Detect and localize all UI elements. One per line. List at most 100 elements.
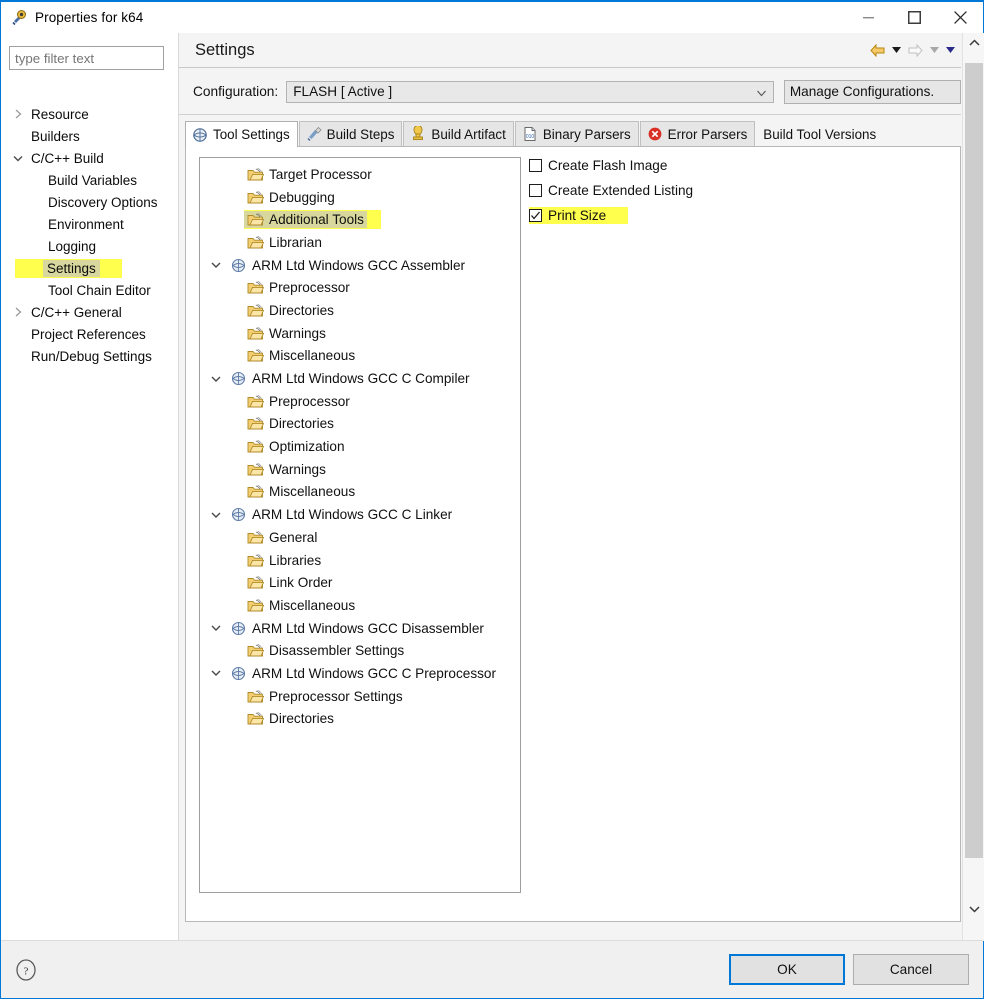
- tool-tree-item-target-processor[interactable]: Target Processor: [200, 163, 520, 186]
- tab-label: Build Artifact: [431, 126, 506, 142]
- option-create-flash-image[interactable]: Create Flash Image: [529, 153, 829, 178]
- checkbox[interactable]: [529, 184, 542, 197]
- tool-tree-item-warnings[interactable]: Warnings: [200, 322, 520, 345]
- sidebar-item-resource[interactable]: Resource: [1, 103, 178, 125]
- toolchain-icon: [230, 666, 247, 681]
- tool-tree-item-label: Miscellaneous: [269, 348, 356, 364]
- tab-build-steps[interactable]: Build Steps: [298, 121, 403, 146]
- view-menu-chevron-down-icon[interactable]: [943, 40, 957, 60]
- checkbox[interactable]: [529, 159, 542, 172]
- tool-tree-item-arm-ltd-windows-gcc-c-preprocessor[interactable]: ARM Ltd Windows GCC C Preprocessor: [200, 662, 520, 685]
- properties-dialog: Properties for k64 Resource Builders C/C++…: [0, 0, 984, 999]
- back-arrow-icon[interactable]: [867, 40, 887, 60]
- tab-tool-settings[interactable]: Tool Settings: [185, 121, 298, 147]
- help-icon[interactable]: ?: [15, 958, 37, 981]
- chevron-down-icon[interactable]: [210, 509, 221, 520]
- sidebar-item-label: Settings: [43, 259, 100, 277]
- tool-tree-item-preprocessor-settings[interactable]: Preprocessor Settings: [200, 685, 520, 708]
- ok-button[interactable]: OK: [729, 954, 845, 985]
- tool-tree-item-disassembler-settings[interactable]: Disassembler Settings: [200, 639, 520, 662]
- configuration-label: Configuration:: [193, 84, 279, 99]
- tool-tree-item-librarian[interactable]: Librarian: [200, 231, 520, 254]
- toolchain-icon: [230, 371, 247, 386]
- manage-configurations-button[interactable]: Manage Configurations.: [783, 79, 961, 104]
- tab-label: Binary Parsers: [542, 126, 631, 142]
- vertical-scroll-thumb[interactable]: [965, 63, 983, 858]
- tool-tree-item-miscellaneous[interactable]: Miscellaneous: [200, 594, 520, 617]
- cancel-button[interactable]: Cancel: [853, 954, 969, 985]
- sidebar-item-run-debug-settings[interactable]: Run/Debug Settings: [1, 345, 178, 367]
- tool-tree-item-debugging[interactable]: Debugging: [200, 186, 520, 209]
- tool-tree-item-preprocessor[interactable]: Preprocessor: [200, 390, 520, 413]
- tool-tree-item-content: Debugging: [244, 189, 338, 206]
- tool-tree-item-label: Directories: [269, 416, 334, 432]
- tool-tree-item-label: Directories: [269, 302, 334, 318]
- folder-icon: [247, 643, 265, 658]
- configuration-select[interactable]: FLASH [ Active ]: [286, 80, 774, 103]
- tool-tree-item-miscellaneous[interactable]: Miscellaneous: [200, 345, 520, 368]
- sidebar-item-logging[interactable]: Logging: [1, 235, 178, 257]
- tool-tree-item-content: Preprocessor: [244, 279, 353, 296]
- sidebar-item-tool-chain-editor[interactable]: Tool Chain Editor: [1, 279, 178, 301]
- tool-tree-item-preprocessor[interactable]: Preprocessor: [200, 276, 520, 299]
- chevron-down-icon: [756, 84, 766, 99]
- tool-tree-item-arm-ltd-windows-gcc-c-compiler[interactable]: ARM Ltd Windows GCC C Compiler: [200, 367, 520, 390]
- tool-tree-item-directories[interactable]: Directories: [200, 299, 520, 322]
- window-title: Properties for k64: [35, 10, 144, 25]
- maximize-button[interactable]: [891, 2, 937, 33]
- toolchain-icon: [230, 258, 247, 273]
- sidebar-item-label: Builders: [31, 128, 80, 144]
- tool-tree-item-link-order[interactable]: Link Order: [200, 571, 520, 594]
- tool-tree-item-additional-tools[interactable]: Additional Tools: [200, 208, 520, 231]
- sidebar-item-c-c-build[interactable]: C/C++ Build: [1, 147, 178, 169]
- checkbox[interactable]: [529, 209, 542, 222]
- chevron-down-icon[interactable]: [963, 899, 984, 919]
- sidebar-item-c-c-general[interactable]: C/C++ General: [1, 301, 178, 323]
- forward-arrow-icon: [905, 40, 925, 60]
- tab-binary-parsers[interactable]: 010 Binary Parsers: [514, 121, 639, 146]
- tool-tree-item-content: ARM Ltd Windows GCC C Compiler: [227, 370, 473, 387]
- sidebar-item-build-variables[interactable]: Build Variables: [1, 169, 178, 191]
- tool-tree-item-general[interactable]: General: [200, 526, 520, 549]
- sidebar-item-project-references[interactable]: Project References: [1, 323, 178, 345]
- sidebar-item-discovery-options[interactable]: Discovery Options: [1, 191, 178, 213]
- ok-button-label: OK: [777, 962, 797, 977]
- chevron-down-icon[interactable]: [210, 260, 221, 271]
- chevron-down-icon[interactable]: [13, 153, 23, 163]
- tool-tree-item-optimization[interactable]: Optimization: [200, 435, 520, 458]
- tab-error-parsers[interactable]: Error Parsers: [639, 121, 756, 146]
- chevron-right-icon[interactable]: [13, 109, 23, 119]
- tool-tree-item-content: ARM Ltd Windows GCC C Linker: [227, 506, 455, 523]
- tool-tree-item-arm-ltd-windows-gcc-c-linker[interactable]: ARM Ltd Windows GCC C Linker: [200, 503, 520, 526]
- sidebar-item-builders[interactable]: Builders: [1, 125, 178, 147]
- chevron-right-icon[interactable]: [13, 307, 23, 317]
- error-parsers-icon: [647, 126, 663, 142]
- tool-tree-item-label: ARM Ltd Windows GCC C Preprocessor: [252, 665, 496, 681]
- tool-tree-item-warnings[interactable]: Warnings: [200, 458, 520, 481]
- close-button[interactable]: [937, 2, 983, 33]
- tool-tree-item-arm-ltd-windows-gcc-assembler[interactable]: ARM Ltd Windows GCC Assembler: [200, 254, 520, 277]
- folder-icon: [247, 462, 265, 477]
- tool-tree-item-miscellaneous[interactable]: Miscellaneous: [200, 481, 520, 504]
- chevron-up-icon[interactable]: [963, 33, 984, 53]
- option-print-size[interactable]: Print Size: [529, 203, 829, 228]
- tool-tree-item-libraries[interactable]: Libraries: [200, 549, 520, 572]
- folder-icon: [247, 689, 265, 704]
- tab-build-artifact[interactable]: Build Artifact: [403, 121, 514, 146]
- tool-tree-item-directories[interactable]: Directories: [200, 708, 520, 731]
- chevron-down-icon[interactable]: [210, 623, 221, 634]
- tab-build-tool-versions[interactable]: Build Tool Versions: [756, 121, 884, 146]
- sidebar-item-environment[interactable]: Environment: [1, 213, 178, 235]
- sidebar-item-settings[interactable]: Settings: [1, 257, 178, 279]
- back-menu-chevron-down-icon[interactable]: [889, 40, 903, 60]
- option-create-extended-listing[interactable]: Create Extended Listing: [529, 178, 829, 203]
- tool-tree-item-directories[interactable]: Directories: [200, 413, 520, 436]
- filter-input[interactable]: [9, 46, 164, 70]
- chevron-down-icon[interactable]: [210, 373, 221, 384]
- option-content: Create Flash Image: [529, 157, 667, 174]
- sidebar-item-label: Logging: [48, 238, 97, 254]
- minimize-button[interactable]: [845, 2, 891, 33]
- panel-vertical-scrollbar[interactable]: [962, 33, 984, 941]
- chevron-down-icon[interactable]: [210, 668, 221, 679]
- tool-tree-item-arm-ltd-windows-gcc-disassembler[interactable]: ARM Ltd Windows GCC Disassembler: [200, 617, 520, 640]
